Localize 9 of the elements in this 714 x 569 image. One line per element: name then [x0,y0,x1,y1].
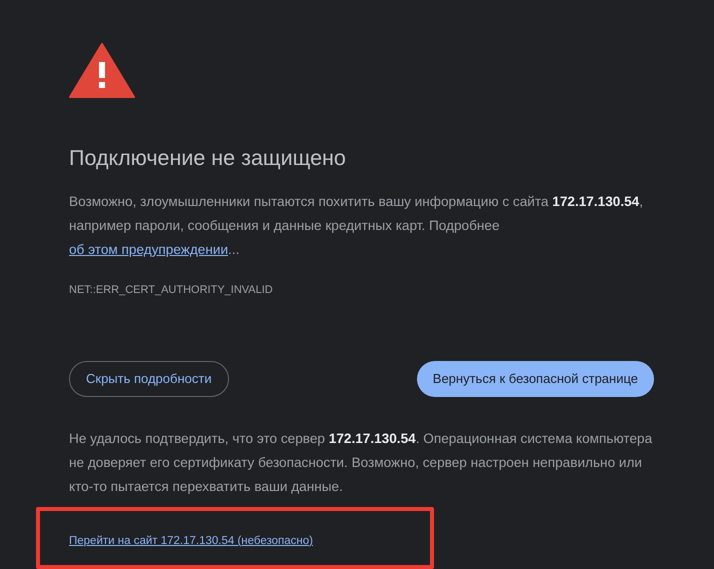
hide-details-button[interactable]: Скрыть подробности [69,361,229,397]
page-heading: Подключение не защищено [69,146,347,172]
warning-icon [69,42,135,98]
learn-more-link[interactable]: об этом предупреждении [69,242,228,257]
error-code: NET::ERR_CERT_AUTHORITY_INVALID [69,282,274,298]
details-message: Не удалось подтвердить, что это сервер 172.17.130.54. Операционная система компьютера не доверяет его сертификату безопасности. Возможно, сервер настроен неправильно или кто-то пытается перехватить ваши данные. [69,430,654,496]
warning-message: Возможно, злоумышленники пытаются похитить вашу информацию с сайта 172.17.130.54, например пароли, сообщения и данные кредитных карт. Подробнее об этом предупреждении... [69,192,644,259]
back-to-safety-button[interactable]: Вернуться к безопасной странице [416,361,654,397]
proceed-link[interactable]: Перейти на сайт 172.17.130.54 (небезопасно) [69,534,314,547]
